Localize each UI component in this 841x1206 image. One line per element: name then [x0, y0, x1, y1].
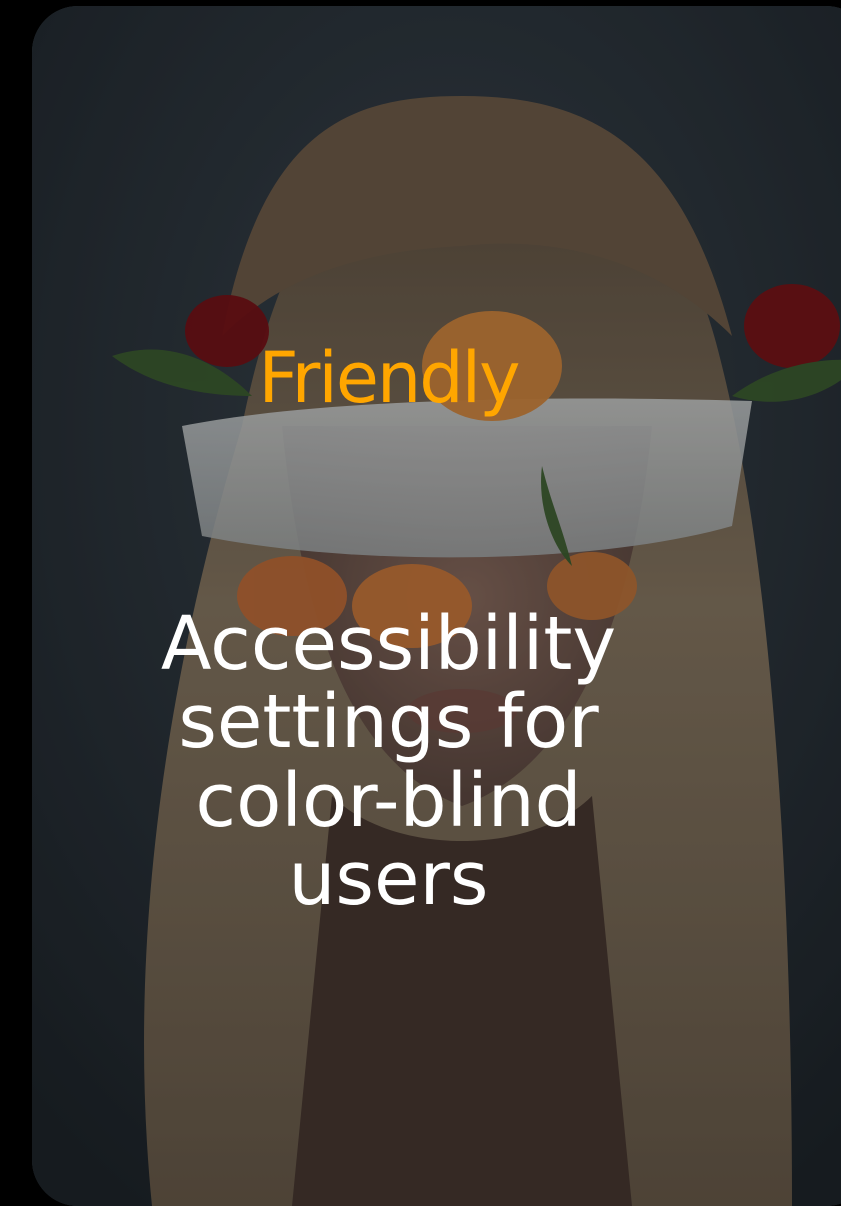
description-line: users	[288, 836, 489, 923]
description-line: Accessibility	[160, 601, 617, 687]
card-headline: Friendly	[258, 337, 520, 419]
description-line: settings for	[178, 679, 599, 766]
description-line: color-blind	[195, 757, 582, 844]
card-description: Accessibility settings for color-blind u…	[0, 605, 809, 919]
